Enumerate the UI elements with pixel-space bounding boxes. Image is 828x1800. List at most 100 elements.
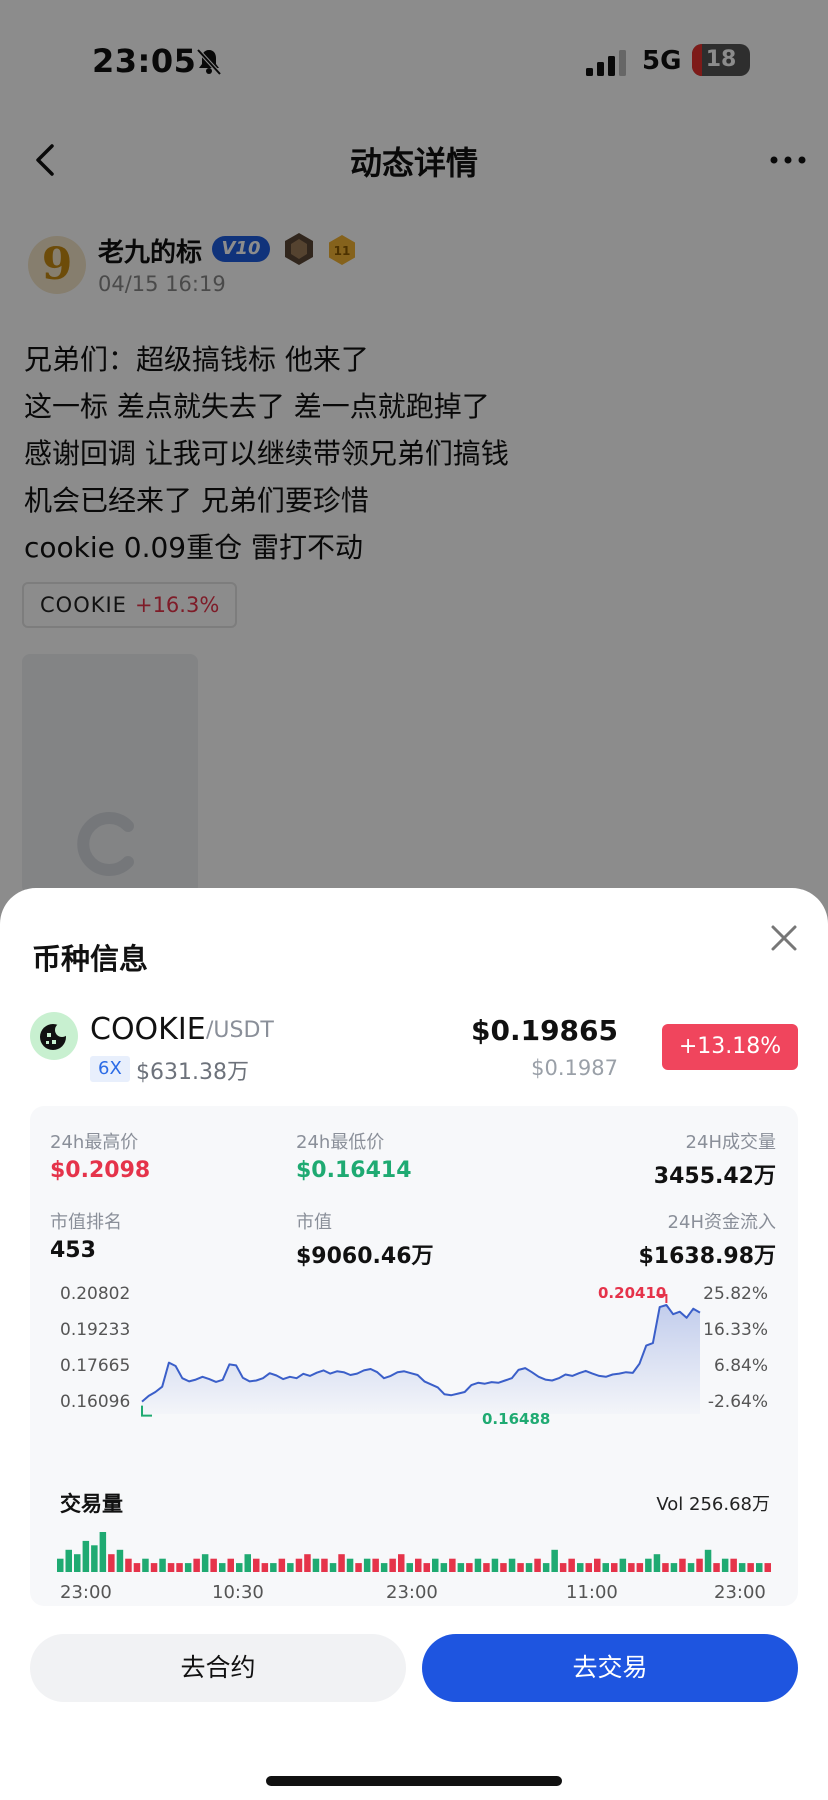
volume-bar — [74, 1554, 81, 1572]
volume-bar — [321, 1558, 328, 1572]
volume-bar — [534, 1558, 541, 1572]
volume-total: Vol 256.68万 — [656, 1494, 770, 1515]
volume-bar — [133, 1563, 141, 1572]
volume-bar — [287, 1563, 294, 1572]
volume-bar — [244, 1554, 251, 1572]
volume-bar — [491, 1558, 499, 1572]
x-tick-label: 23:00 — [386, 1582, 438, 1603]
volume-bar — [108, 1554, 115, 1572]
volume-bar — [687, 1563, 695, 1572]
volume-bar — [432, 1558, 439, 1572]
volume-bar — [628, 1563, 635, 1572]
volume-bar — [508, 1558, 516, 1572]
volume-bar — [466, 1563, 473, 1572]
volume-bar — [380, 1563, 388, 1572]
home-indicator — [266, 1776, 562, 1786]
volume-bar — [704, 1549, 712, 1572]
volume-bar — [559, 1563, 567, 1572]
price-chart[interactable]: 0.20802 0.19233 0.17665 0.16096 25.82% 1… — [30, 1106, 798, 1606]
volume-bar — [167, 1563, 175, 1572]
go-trade-button[interactable]: 去交易 — [422, 1634, 798, 1702]
volume-bar — [125, 1558, 132, 1572]
volume-bar — [738, 1563, 746, 1572]
go-contract-button[interactable]: 去合约 — [30, 1634, 406, 1702]
x-tick-label: 23:00 — [714, 1582, 766, 1603]
sheet-title: 币种信息 — [32, 942, 149, 976]
volume-bar — [653, 1554, 661, 1572]
volume-bar — [236, 1563, 243, 1572]
volume-bar — [142, 1558, 149, 1572]
low-annotation: 0.16488 — [482, 1410, 551, 1428]
volume-bar — [713, 1563, 720, 1572]
leverage-badge: 6X — [90, 1056, 130, 1082]
volume-bar — [696, 1558, 703, 1572]
volume-bar — [662, 1563, 669, 1572]
volume-bar — [253, 1558, 260, 1572]
volume-bar — [329, 1563, 337, 1572]
volume-bar — [525, 1563, 533, 1572]
volume-bar — [159, 1558, 166, 1572]
change-badge: +13.18% — [662, 1024, 798, 1070]
volume-bar — [355, 1563, 362, 1572]
volume-bar — [423, 1563, 430, 1572]
volume-bar — [619, 1558, 627, 1572]
volume-bar — [184, 1563, 192, 1572]
volume-bar — [406, 1563, 413, 1572]
volume-bar — [295, 1558, 303, 1572]
volume-bar — [193, 1558, 200, 1572]
x-tick-label: 23:00 — [60, 1582, 112, 1603]
volume-bar — [670, 1563, 678, 1572]
volume-bar — [82, 1540, 90, 1572]
volume-bar — [363, 1558, 371, 1572]
volume-bar — [611, 1563, 618, 1572]
coin-symbol: COOKIE — [90, 1012, 206, 1047]
volume-bar — [679, 1558, 686, 1572]
volume-title: 交易量 — [60, 1492, 123, 1516]
volume-bar — [500, 1563, 507, 1572]
x-tick-label: 11:00 — [566, 1582, 618, 1603]
volume-bar — [636, 1563, 644, 1572]
volume-bar — [312, 1558, 320, 1572]
coin-market-cap: $631.38万 — [136, 1060, 249, 1085]
volume-bar — [551, 1549, 558, 1572]
volume-bar — [440, 1563, 448, 1572]
volume-bar — [65, 1549, 72, 1572]
cookie-coin-icon — [30, 1012, 78, 1060]
coin-pair: /USDT — [206, 1018, 274, 1043]
volume-bar — [517, 1563, 524, 1572]
volume-bar — [201, 1554, 209, 1572]
volume-bar — [645, 1558, 652, 1572]
volume-bar — [278, 1558, 286, 1572]
volume-bar — [210, 1558, 217, 1572]
coin-price: $0.19865 — [470, 1014, 618, 1047]
volume-bar — [227, 1558, 234, 1572]
volume-bar — [747, 1563, 754, 1572]
volume-bar — [602, 1563, 609, 1572]
volume-bar — [585, 1563, 592, 1572]
volume-bar — [449, 1558, 456, 1572]
volume-bar — [99, 1532, 107, 1572]
volume-bar — [721, 1558, 729, 1572]
high-annotation: 0.20410 — [598, 1284, 667, 1302]
volume-bar — [338, 1554, 345, 1572]
volume-bar — [261, 1563, 269, 1572]
volume-bar — [457, 1563, 465, 1572]
volume-bar — [577, 1563, 584, 1572]
volume-bar — [219, 1563, 226, 1572]
close-icon[interactable] — [764, 918, 804, 958]
volume-bar — [389, 1558, 396, 1572]
volume-bar — [372, 1558, 379, 1572]
volume-bar — [116, 1549, 124, 1572]
volume-bar — [91, 1545, 98, 1572]
volume-bar — [474, 1558, 482, 1572]
volume-bar — [398, 1554, 405, 1572]
volume-bar — [594, 1558, 601, 1572]
stats-card: 24h最高价 $0.2098 24h最低价 $0.16414 24H成交量 34… — [30, 1106, 798, 1606]
volume-bar — [304, 1554, 311, 1572]
volume-bar — [57, 1558, 64, 1572]
volume-bar — [756, 1563, 763, 1572]
price-area — [142, 1305, 700, 1414]
volume-bar — [542, 1563, 550, 1572]
volume-bar — [483, 1563, 490, 1572]
coin-price-secondary: $0.1987 — [531, 1056, 618, 1080]
